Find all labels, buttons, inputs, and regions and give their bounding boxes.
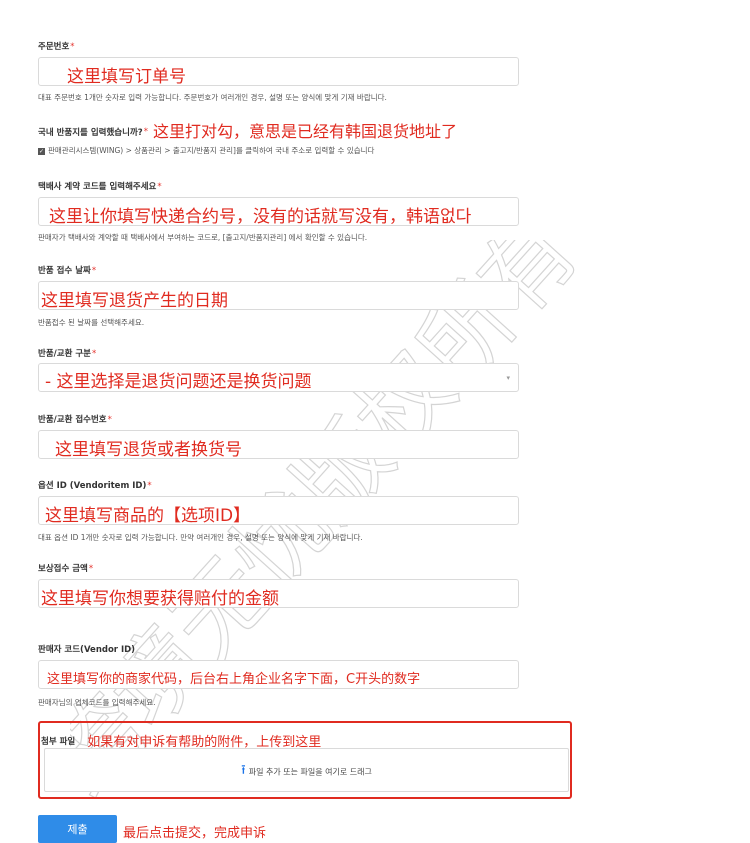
vendor-code-label: 판매자 코드(Vendor ID) xyxy=(38,645,136,655)
required-mark: * xyxy=(70,42,75,52)
courier-code-input[interactable]: 这里让你填写快递合约号，没有的话就写没有，韩语없다 xyxy=(38,197,519,227)
chevron-down-icon: ▾ xyxy=(506,374,510,382)
return-no-label: 반품/교환 접수번호* xyxy=(38,415,112,425)
required-mark: * xyxy=(91,349,97,359)
submit-annotation: 最后点击提交，完成申诉 xyxy=(123,826,267,841)
return-no-input[interactable]: 这里填写退货或者换货号 xyxy=(38,430,519,460)
return-no-value: 这里填写退货或者换货号 xyxy=(55,440,242,460)
return-type-value: - 这里选择是退货问题还是换货问题 xyxy=(45,372,312,392)
required-mark: * xyxy=(157,182,162,192)
return-date-value: 这里填写退货产生的日期 xyxy=(41,291,228,311)
checkbox-checked-icon[interactable]: ✓ xyxy=(38,147,45,155)
courier-code-label: 택배사 계약 코드를 입력해주세요* xyxy=(38,182,162,192)
compensation-value: 这里填写你想要获得赔付的金额 xyxy=(41,589,279,609)
domestic-return-annotation: 这里打对勾，意思是已经有韩国退货地址了 xyxy=(152,122,457,141)
order-no-help: 대표 주문번호 1개만 숫자로 입력 가능합니다. 주문번호가 여러개인 경우,… xyxy=(38,93,387,102)
required-mark: * xyxy=(88,564,94,574)
upload-icon: ⭱ xyxy=(241,763,246,778)
vendor-code-help: 판매자님의 업체코드를 입력해주세요. xyxy=(38,698,156,707)
option-id-label: 옵션 ID (Vendoritem ID)* xyxy=(38,481,152,491)
file-dropzone[interactable]: ⭱ 파일 추가 또는 파일을 여기로 드래그 xyxy=(44,748,569,792)
courier-code-help: 판매자가 택배사와 계약할 때 택배사에서 부여하는 코드로, [출고지/반품지… xyxy=(38,233,368,242)
return-date-input[interactable]: 这里填写退货产生的日期 xyxy=(38,281,519,311)
option-id-value: 这里填写商品的【选项ID】 xyxy=(45,506,251,526)
required-mark: * xyxy=(147,481,152,491)
domestic-return-label: 국내 반품지를 입력했습니까? * 这里打对勾，意思是已经有韩国退货地址了 xyxy=(38,120,457,144)
upload-prompt[interactable]: ⭱ 파일 추가 또는 파일을 여기로 드래그 xyxy=(45,761,568,783)
option-id-help: 대표 옵션 ID 1개만 숫자로 입력 가능합니다. 만약 여러개인 경우, 설… xyxy=(38,533,363,542)
vendor-code-value: 这里填写你的商家代码，后台右上角企业名字下面，C开头的数字 xyxy=(47,672,421,687)
return-date-label: 반품 접수 날짜* xyxy=(38,266,97,276)
required-mark: * xyxy=(107,415,112,425)
domestic-return-help: 판매관리시스템(WING) > 상품관리 > 출고지/반품지 관리]를 클릭하여… xyxy=(48,146,375,155)
return-date-help: 반품접수 된 날짜를 선택해주세요. xyxy=(38,318,145,327)
vendor-code-input[interactable]: 这里填写你的商家代码，后台右上角企业名字下面，C开头的数字 xyxy=(38,660,519,689)
option-id-input[interactable]: 这里填写商品的【选项ID】 xyxy=(38,496,519,526)
order-no-value: 这里填写订单号 xyxy=(67,67,186,87)
order-no-label: 주문번호* xyxy=(38,42,75,52)
submit-button[interactable]: 제출 xyxy=(38,815,117,843)
domestic-return-checkbox-row[interactable]: ✓ 판매관리시스템(WING) > 상품관리 > 출고지/반품지 관리]를 클릭하… xyxy=(38,145,374,156)
return-type-select[interactable]: - 这里选择是退货问题还是换货问题 ▾ xyxy=(38,363,519,392)
return-type-label: 반품/교환 구분* xyxy=(38,349,97,359)
required-mark: * xyxy=(143,127,148,137)
compensation-label: 보상접수 금액* xyxy=(38,564,94,574)
compensation-input[interactable]: 这里填写你想要获得赔付的金额 xyxy=(38,579,519,609)
courier-code-value: 这里让你填写快递合约号，没有的话就写没有，韩语없다 xyxy=(49,207,472,227)
upload-text: 파일 추가 또는 파일을 여기로 드래그 xyxy=(248,767,372,777)
order-no-input[interactable]: 这里填写订单号 xyxy=(38,57,519,87)
attachment-section: 첨부 파일 如果有对申诉有帮助的附件，上传到这里 ⭱ 파일 추가 또는 파일을 여… xyxy=(38,721,572,799)
required-mark: * xyxy=(91,266,97,276)
